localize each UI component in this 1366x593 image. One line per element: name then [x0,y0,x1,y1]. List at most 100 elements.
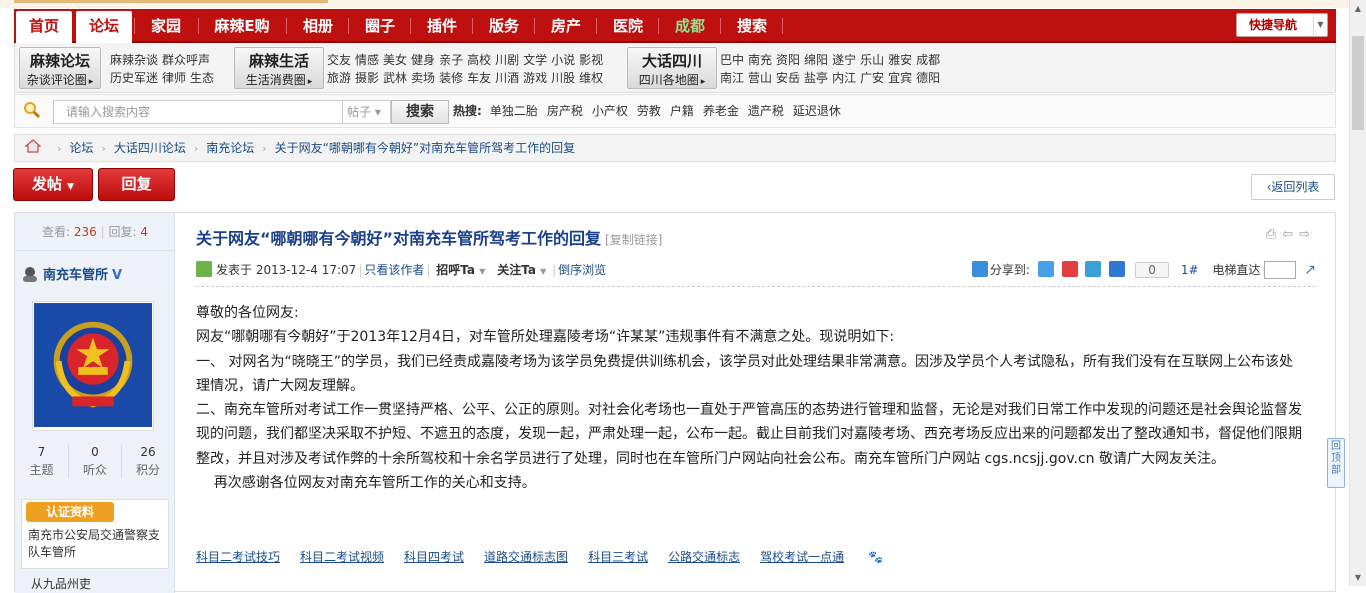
subnav-link[interactable]: 旅游 [327,71,351,85]
subnav-link[interactable]: 车友 [467,71,491,85]
subnav-link[interactable]: 情感 [355,53,379,67]
follow-button[interactable]: 关注Ta ▼ [497,263,546,277]
nav-item-search[interactable]: 搜索 [722,9,782,43]
subnav-link[interactable]: 小说 [551,53,575,67]
nav-item-forum[interactable]: 论坛 [76,11,132,43]
prev-thread-icon[interactable]: ⇦ [1282,227,1299,242]
jump-icon[interactable]: ↗ [1304,262,1316,278]
nav-item-plugin[interactable]: 插件 [412,9,472,43]
back-to-top-button[interactable]: 回顶部 [1327,438,1345,488]
related-link[interactable]: 道路交通标志图 [484,550,568,564]
subnav-link[interactable]: 群众呼声 [162,53,210,67]
subnav-group-life[interactable]: 麻辣生活 生活消费圈 [234,47,324,89]
quick-nav-button[interactable]: 快捷导航 ▼ [1236,13,1328,37]
hot-search-link[interactable]: 单独二胎 [490,104,538,118]
home-icon[interactable] [25,139,41,153]
nav-item-house[interactable]: 房产 [536,9,596,43]
renren-share-icon[interactable] [1109,261,1126,277]
breadcrumb-item[interactable]: 南充论坛 [206,141,254,155]
subnav-link[interactable]: 健身 [411,53,435,67]
plus-icon[interactable] [971,261,988,277]
scrollbar-thumb[interactable] [1352,36,1364,130]
subnav-link[interactable]: 宜宾 [888,71,912,85]
hot-search-link[interactable]: 劳教 [637,104,661,118]
breadcrumb-item[interactable]: 关于网友“哪朝哪有今朝好”对南充车管所驾考工作的回复 [275,141,575,155]
subnav-link[interactable]: 游戏 [523,71,547,85]
search-input[interactable]: 请输入搜索内容 [53,100,343,124]
subnav-link[interactable]: 资阳 [776,53,800,67]
subnav-link[interactable]: 麻辣杂谈 [110,53,158,67]
nav-item-admin[interactable]: 版务 [474,9,534,43]
author-name[interactable]: 南充车管所 [43,268,108,283]
hot-search-link[interactable]: 房产税 [547,104,583,118]
subnav-link[interactable]: 成都 [916,53,940,67]
related-link[interactable]: 驾校考试一点通 [760,550,844,564]
author-stat-listeners[interactable]: 0 听众 [68,445,121,478]
nav-item-circle[interactable]: 圈子 [350,9,410,43]
search-scope-select[interactable]: 帖子 ▾ [343,100,391,124]
new-post-button[interactable]: 发帖 ▼ [13,168,93,201]
related-link[interactable]: 科目四考试 [404,550,464,564]
subnav-link[interactable]: 巴中 [720,53,744,67]
author-stat-points[interactable]: 26 积分 [121,445,174,478]
elevator-input[interactable] [1264,261,1297,279]
print-icon[interactable]: ⎙ [1266,227,1282,242]
subnav-link[interactable]: 德阳 [916,71,940,85]
hot-search-link[interactable]: 小产权 [592,104,628,118]
subnav-link[interactable]: 川剧 [495,53,519,67]
subnav-link[interactable]: 雅安 [888,53,912,67]
subnav-link[interactable]: 摄影 [355,71,379,85]
subnav-link[interactable]: 盐亭 [804,71,828,85]
subnav-link[interactable]: 卖场 [411,71,435,85]
nav-item-hospital[interactable]: 医院 [598,9,658,43]
scroll-down-icon[interactable]: ▼ [1350,569,1366,586]
reply-button[interactable]: 回复 [98,168,175,201]
certification-button[interactable]: 认证资料 [26,502,114,522]
related-link[interactable]: 公路交通标志 [668,550,740,564]
subnav-link[interactable]: 影视 [579,53,603,67]
subnav-link[interactable]: 装修 [439,71,463,85]
subnav-link[interactable]: 历史军迷 [110,71,158,85]
related-link[interactable]: 科目二考试技巧 [196,550,280,564]
subnav-link[interactable]: 生态 [190,71,214,85]
subnav-link[interactable]: 广安 [860,71,884,85]
only-author-link[interactable]: 只看该作者 [364,263,424,277]
avatar[interactable] [32,301,154,431]
scroll-up-icon[interactable]: ▲ [1350,0,1366,17]
hot-search-link[interactable]: 延迟退休 [793,104,841,118]
subnav-link[interactable]: 高校 [467,53,491,67]
subnav-link[interactable]: 维权 [579,71,603,85]
nav-item-home-garden[interactable]: 家园 [136,9,196,43]
hot-search-link[interactable]: 养老金 [703,104,739,118]
related-link[interactable]: 科目二考试视频 [300,550,384,564]
nav-item-album[interactable]: 相册 [288,9,348,43]
subnav-link[interactable]: 川股 [551,71,575,85]
subnav-link[interactable]: 川酒 [495,71,519,85]
subnav-link[interactable]: 安岳 [776,71,800,85]
author-stat-topics[interactable]: 7 主题 [15,445,68,478]
subnav-link[interactable]: 交友 [327,53,351,67]
next-thread-icon[interactable]: ⇨ [1299,227,1316,242]
subnav-link[interactable]: 内江 [832,71,856,85]
subnav-link[interactable]: 遂宁 [832,53,856,67]
subnav-link[interactable]: 绵阳 [804,53,828,67]
scrollbar[interactable]: ▲ ▼ [1349,0,1366,586]
subnav-link[interactable]: 南江 [720,71,744,85]
nav-item-shop[interactable]: 麻辣E购 [200,9,284,43]
subnav-link[interactable]: 乐山 [860,53,884,67]
breadcrumb-item[interactable]: 论坛 [69,141,93,155]
subnav-link[interactable]: 律师 [162,71,186,85]
subnav-link[interactable]: 亲子 [439,53,463,67]
hot-search-link[interactable]: 户籍 [670,104,694,118]
greet-button[interactable]: 招呼Ta ▼ [436,263,485,277]
subnav-group-sichuan[interactable]: 大话四川 四川各地圈 [627,47,717,89]
weibo-share-icon[interactable] [1061,261,1078,277]
subnav-link[interactable]: 营山 [748,71,772,85]
qzone-share-icon[interactable] [1037,261,1054,277]
tencent-weibo-share-icon[interactable] [1085,261,1102,277]
search-button[interactable]: 搜索 [391,100,449,124]
breadcrumb-item[interactable]: 大话四川论坛 [114,141,186,155]
copy-link-button[interactable]: [复制链接] [605,233,662,247]
subnav-link[interactable]: 美女 [383,53,407,67]
subnav-link[interactable]: 文学 [523,53,547,67]
